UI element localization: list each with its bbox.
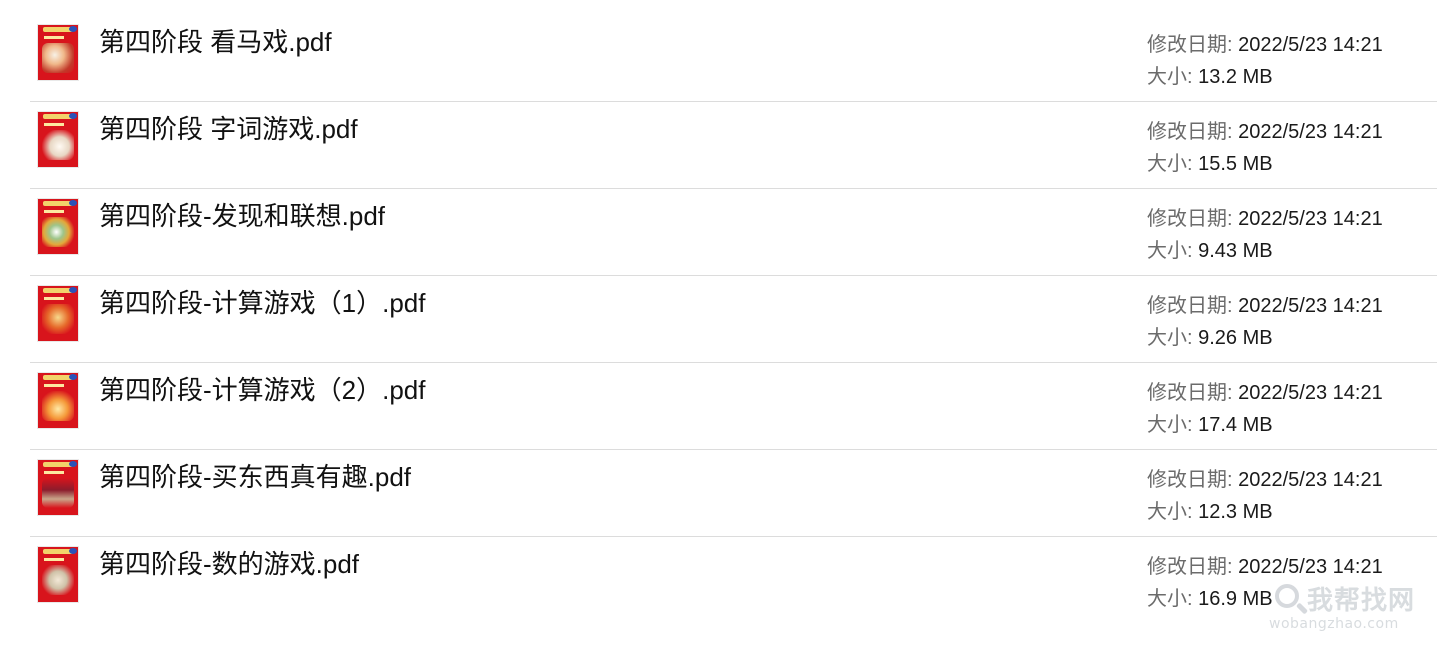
size-value: 13.2 MB (1198, 66, 1273, 88)
pdf-thumbnail-icon (38, 547, 78, 602)
pdf-thumbnail-icon (38, 373, 78, 428)
size-value: 12.3 MB (1198, 501, 1273, 523)
modified-label: 修改日期: (1147, 469, 1233, 491)
watermark-text-en: wobangzhao.com (1269, 616, 1399, 632)
modified-value: 2022/5/23 14:21 (1238, 382, 1383, 404)
size-label: 大小: (1147, 501, 1193, 523)
file-meta: 修改日期: 2022/5/23 14:21 大小: 9.26 MB (1147, 290, 1383, 354)
file-row[interactable]: 第四阶段 看马戏.pdf 修改日期: 2022/5/23 14:21 大小: 1… (30, 15, 1437, 102)
file-meta: 修改日期: 2022/5/23 14:21 大小: 13.2 MB (1147, 29, 1383, 93)
pdf-thumbnail-icon (38, 460, 78, 515)
size-label: 大小: (1147, 66, 1193, 88)
modified-value: 2022/5/23 14:21 (1238, 34, 1383, 56)
modified-value: 2022/5/23 14:21 (1238, 556, 1383, 578)
modified-value: 2022/5/23 14:21 (1238, 121, 1383, 143)
modified-label: 修改日期: (1147, 295, 1233, 317)
modified-value: 2022/5/23 14:21 (1238, 469, 1383, 491)
magnifier-icon (1275, 584, 1299, 608)
file-row[interactable]: 第四阶段-数的游戏.pdf 修改日期: 2022/5/23 14:21 大小: … (30, 537, 1437, 623)
modified-label: 修改日期: (1147, 208, 1233, 230)
file-row[interactable]: 第四阶段-计算游戏（1）.pdf 修改日期: 2022/5/23 14:21 大… (30, 276, 1437, 363)
modified-value: 2022/5/23 14:21 (1238, 295, 1383, 317)
size-value: 15.5 MB (1198, 153, 1273, 175)
watermark: 我帮找网 wobangzhao.com (1269, 580, 1429, 638)
file-name: 第四阶段-发现和联想.pdf (99, 201, 386, 231)
size-value: 16.9 MB (1198, 588, 1273, 610)
size-label: 大小: (1147, 240, 1193, 262)
file-name: 第四阶段 看马戏.pdf (99, 27, 332, 57)
watermark-text-cn: 我帮找网 (1307, 585, 1416, 615)
size-label: 大小: (1147, 588, 1193, 610)
modified-label: 修改日期: (1147, 121, 1233, 143)
size-label: 大小: (1147, 327, 1193, 349)
modified-label: 修改日期: (1147, 382, 1233, 404)
file-name: 第四阶段-买东西真有趣.pdf (99, 462, 412, 492)
size-value: 17.4 MB (1198, 414, 1273, 436)
file-row[interactable]: 第四阶段-发现和联想.pdf 修改日期: 2022/5/23 14:21 大小:… (30, 189, 1437, 276)
file-meta: 修改日期: 2022/5/23 14:21 大小: 15.5 MB (1147, 116, 1383, 180)
size-value: 9.43 MB (1198, 240, 1273, 262)
file-row[interactable]: 第四阶段 字词游戏.pdf 修改日期: 2022/5/23 14:21 大小: … (30, 102, 1437, 189)
size-label: 大小: (1147, 153, 1193, 175)
file-name: 第四阶段-数的游戏.pdf (99, 549, 360, 579)
file-meta: 修改日期: 2022/5/23 14:21 大小: 12.3 MB (1147, 464, 1383, 528)
size-value: 9.26 MB (1198, 327, 1273, 349)
modified-label: 修改日期: (1147, 556, 1233, 578)
file-meta: 修改日期: 2022/5/23 14:21 大小: 9.43 MB (1147, 203, 1383, 267)
pdf-thumbnail-icon (38, 199, 78, 254)
file-name: 第四阶段-计算游戏（1）.pdf (99, 288, 426, 318)
modified-value: 2022/5/23 14:21 (1238, 208, 1383, 230)
file-name: 第四阶段 字词游戏.pdf (99, 114, 358, 144)
file-meta: 修改日期: 2022/5/23 14:21 大小: 17.4 MB (1147, 377, 1383, 441)
file-row[interactable]: 第四阶段-计算游戏（2）.pdf 修改日期: 2022/5/23 14:21 大… (30, 363, 1437, 450)
pdf-thumbnail-icon (38, 112, 78, 167)
pdf-thumbnail-icon (38, 25, 78, 80)
file-list: 第四阶段 看马戏.pdf 修改日期: 2022/5/23 14:21 大小: 1… (30, 15, 1437, 623)
file-name: 第四阶段-计算游戏（2）.pdf (99, 375, 426, 405)
modified-label: 修改日期: (1147, 34, 1233, 56)
pdf-thumbnail-icon (38, 286, 78, 341)
size-label: 大小: (1147, 414, 1193, 436)
file-row[interactable]: 第四阶段-买东西真有趣.pdf 修改日期: 2022/5/23 14:21 大小… (30, 450, 1437, 537)
